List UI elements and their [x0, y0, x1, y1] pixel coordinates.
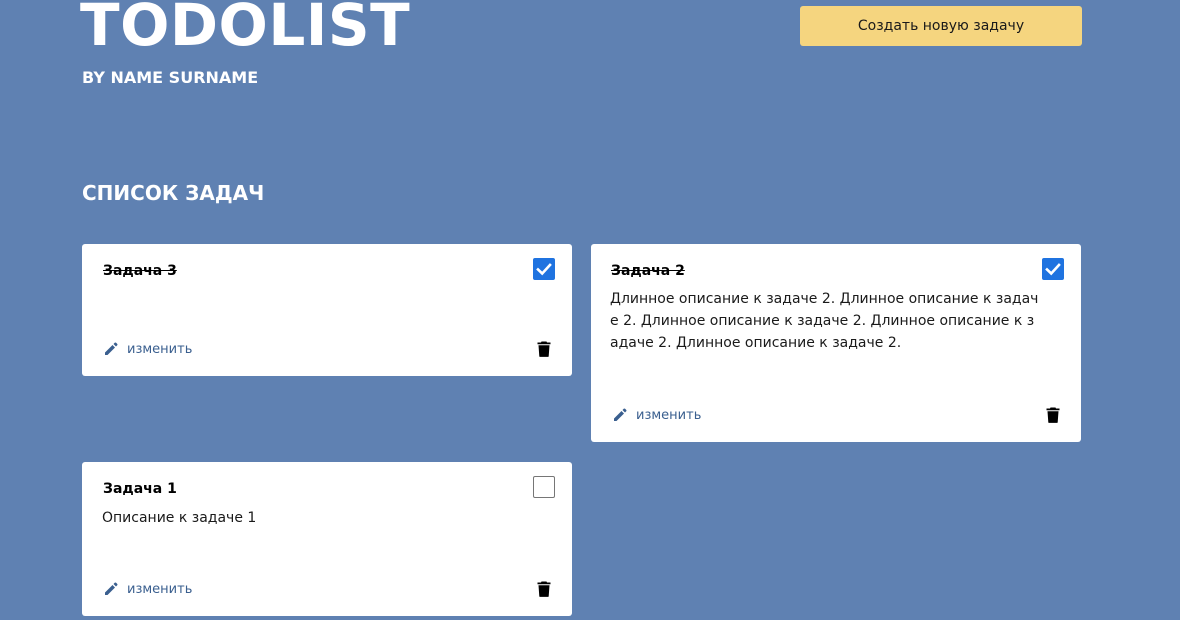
pencil-icon — [614, 408, 627, 421]
task-complete-checkbox[interactable] — [533, 476, 555, 498]
create-task-button[interactable]: Создать новую задачу — [800, 6, 1082, 46]
edit-link-label: изменить — [636, 407, 702, 423]
author-byline: BY NAME SURNAME — [82, 68, 259, 87]
task-title: Задача 2 — [611, 263, 685, 279]
trash-icon[interactable] — [537, 341, 551, 357]
task-description: Описание к задаче 1 — [102, 510, 257, 526]
edit-task-link[interactable]: изменить — [103, 581, 192, 597]
task-card-3: Задача 3 изменить — [82, 244, 572, 376]
edit-link-label: изменить — [127, 341, 193, 357]
task-description: Длинное описание к задаче 2. Длинное опи… — [610, 291, 1039, 351]
pencil-icon — [105, 582, 118, 595]
trash-icon[interactable] — [1046, 407, 1060, 423]
checkmark-icon — [1045, 263, 1061, 276]
edit-task-link[interactable]: изменить — [612, 407, 701, 423]
task-complete-checkbox[interactable] — [533, 258, 555, 280]
task-title: Задача 1 — [103, 481, 177, 497]
task-card-2: Задача 2 Длинное описание к задаче 2. Дл… — [591, 244, 1081, 442]
task-complete-checkbox[interactable] — [1042, 258, 1064, 280]
app-title: TODOLIST — [80, 0, 411, 59]
task-title: Задача 3 — [103, 263, 177, 279]
edit-task-link[interactable]: изменить — [103, 341, 192, 357]
pencil-icon — [105, 342, 118, 355]
checkmark-icon — [536, 263, 552, 276]
trash-icon[interactable] — [537, 581, 551, 597]
edit-link-label: изменить — [127, 581, 193, 597]
task-list-heading: СПИСОК ЗАДАЧ — [82, 181, 265, 205]
task-card-1: Задача 1 Описание к задаче 1 изменить — [82, 462, 572, 616]
